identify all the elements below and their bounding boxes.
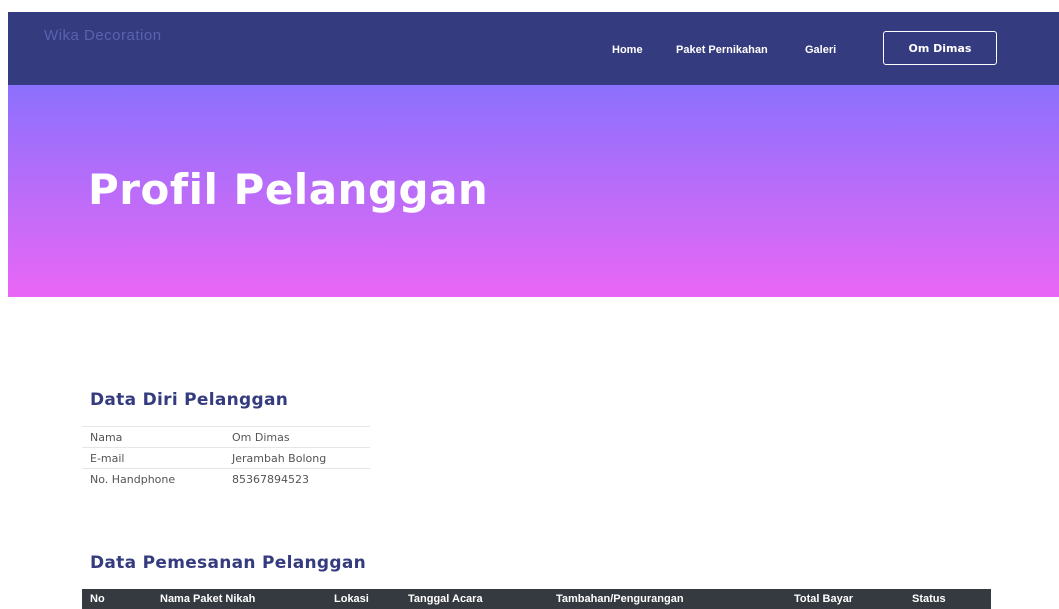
nav-link-paket-pernikahan[interactable]: Paket Pernikahan (676, 44, 768, 56)
user-account-button[interactable]: Om Dimas (883, 31, 997, 65)
navbar: Wika Decoration Home Paket Pernikahan Ga… (8, 12, 1059, 85)
column-header-tambahan: Tambahan/Pengurangan (556, 593, 684, 605)
nav-link-home[interactable]: Home (612, 44, 643, 56)
profile-row-email: E-mail Jerambah Bolong (82, 447, 370, 469)
profile-label: Nama (82, 426, 224, 448)
orders-table: No Nama Paket Nikah Lokasi Tanggal Acara… (82, 589, 991, 609)
column-header-lokasi: Lokasi (334, 593, 369, 605)
profile-value: Om Dimas (224, 426, 370, 448)
profile-value: Jerambah Bolong (224, 447, 370, 469)
profile-label: No. Handphone (82, 468, 224, 489)
column-header-tanggal: Tanggal Acara (408, 593, 483, 605)
hero-banner: Profil Pelanggan (8, 85, 1059, 297)
profile-table: Nama Om Dimas E-mail Jerambah Bolong No.… (82, 426, 370, 489)
column-header-total: Total Bayar (794, 593, 854, 605)
profile-label: E-mail (82, 447, 224, 469)
profile-value: 85367894523 (224, 468, 370, 489)
profile-row-phone: No. Handphone 85367894523 (82, 468, 370, 489)
brand-logo[interactable]: Wika Decoration (44, 26, 184, 46)
nav-link-galeri[interactable]: Galeri (805, 44, 836, 56)
column-header-status: Status (912, 593, 946, 605)
orders-section-title: Data Pemesanan Pelanggan (90, 553, 367, 573)
column-header-nama-paket: Nama Paket Nikah (160, 593, 256, 605)
page-title: Profil Pelanggan (88, 165, 489, 214)
orders-header-row: No Nama Paket Nikah Lokasi Tanggal Acara… (82, 589, 991, 609)
profile-section-title: Data Diri Pelanggan (90, 390, 289, 410)
column-header-no: No (90, 593, 105, 605)
profile-row-nama: Nama Om Dimas (82, 426, 370, 448)
